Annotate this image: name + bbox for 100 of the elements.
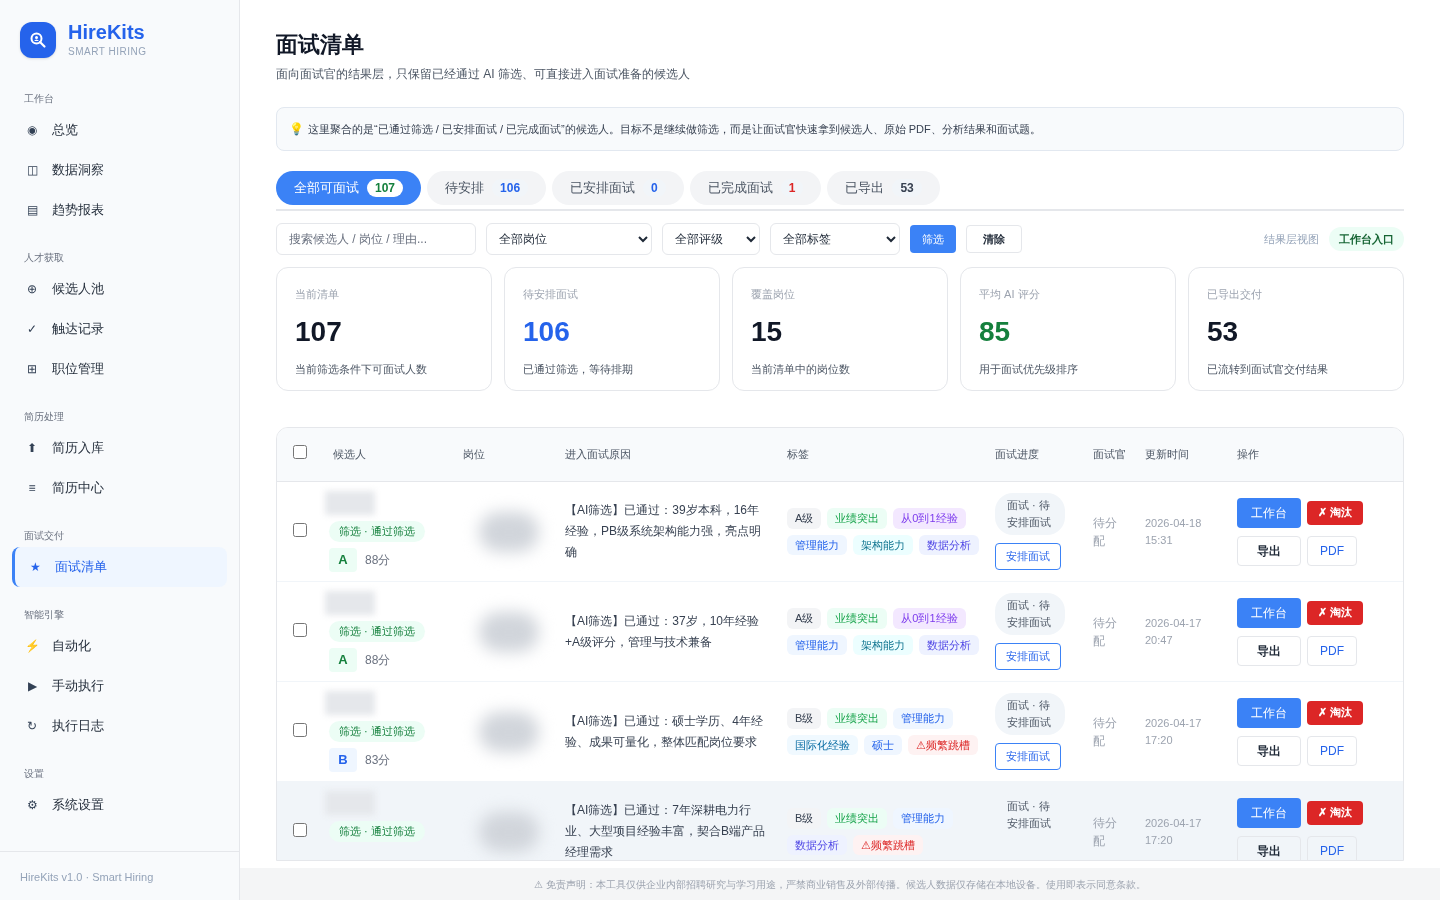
status-badge: 筛选 · 通过筛选 <box>329 621 425 642</box>
reject-button[interactable]: ✗ 淘汰 <box>1307 600 1363 625</box>
tag: 管理能力 <box>787 534 847 555</box>
filter-tab[interactable]: 已导出 53 <box>827 171 940 205</box>
export-button[interactable]: 导出 <box>1237 635 1301 666</box>
column-header: 进入面试原因 <box>565 448 631 461</box>
stat-value: 106 <box>523 314 571 349</box>
workbench-button[interactable]: 工作台 <box>1237 597 1301 628</box>
export-button[interactable]: 导出 <box>1237 835 1301 860</box>
reason-text: 【AI筛选】已通过：37岁，10年经验+A级评分，管理与技术兼备 <box>565 612 761 651</box>
nav-item[interactable]: ≡ 简历中心 <box>12 468 227 508</box>
search-person-logo-icon <box>20 21 56 58</box>
dropdown[interactable]: 全部标签 <box>770 223 900 255</box>
workbench-button[interactable]: 工作台 <box>1237 497 1301 528</box>
nav-item[interactable]: ▤ 趋势报表 <box>12 190 227 230</box>
filter-tab[interactable]: 已完成面试 1 <box>689 171 822 205</box>
blurred-position-placeholder <box>479 711 539 752</box>
nav-item[interactable]: ↻ 执行日志 <box>12 706 227 746</box>
row-checkbox[interactable] <box>293 722 307 737</box>
nav-icon: ⚙ <box>24 796 40 814</box>
filter-tab[interactable]: 待安排 106 <box>427 171 547 205</box>
export-button[interactable]: 导出 <box>1237 735 1301 766</box>
filter-button[interactable]: 筛选 <box>910 225 956 253</box>
stat-label: 已导出交付 <box>1207 287 1263 302</box>
nav-item[interactable]: ⊕ 候选人池 <box>12 269 227 309</box>
updated-time: 2026-04-18 15:31 <box>1145 515 1203 548</box>
score-text: 88分 <box>365 651 391 669</box>
pdf-button[interactable]: PDF <box>1307 835 1357 860</box>
brand-name: HireKits <box>68 20 146 44</box>
filter-tab[interactable]: 已安排面试 0 <box>552 171 684 205</box>
pdf-button[interactable]: PDF <box>1307 535 1357 566</box>
dropdown[interactable]: 全部评级 <box>662 223 760 255</box>
row-checkbox[interactable] <box>293 822 307 837</box>
workbench-entry-badge[interactable]: 工作台入口 <box>1329 226 1404 252</box>
reason-text: 【AI筛选】已通过：39岁本科，16年经验，PB级系统架构能力强，亮点明确 <box>565 502 762 561</box>
nav-item[interactable]: ⬆ 简历入库 <box>12 428 227 468</box>
export-button[interactable]: 导出 <box>1237 535 1301 566</box>
tab-count: 107 <box>367 179 404 197</box>
tag: 数据分析 <box>919 634 979 655</box>
reject-button[interactable]: ✗ 淘汰 <box>1307 700 1363 725</box>
workbench-button[interactable]: 工作台 <box>1237 697 1301 728</box>
nav-section-title: 智能引擎 <box>23 608 65 622</box>
nav-item[interactable]: ◉ 总览 <box>12 110 227 150</box>
nav-item[interactable]: ⊞ 职位管理 <box>12 349 227 389</box>
tag: 管理能力 <box>787 634 847 655</box>
tag: 从0到1经验 <box>893 508 966 529</box>
nav-section-title: 工作台 <box>23 92 55 106</box>
nav-item[interactable]: ★ 面试清单 <box>12 547 227 587</box>
tag: 业绩突出 <box>827 708 888 729</box>
blurred-position-placeholder <box>479 511 539 552</box>
stat-note: 已流转到面试官交付结果 <box>1207 361 1329 377</box>
brand-tagline: SMART HIRING <box>68 45 147 59</box>
column-header: 岗位 <box>463 448 485 461</box>
score-text: 83分 <box>365 751 391 769</box>
column-header: 操作 <box>1237 448 1259 461</box>
search-field[interactable]: 搜索候选人 / 岗位 / 理由... <box>276 223 476 255</box>
tag: 架构能力 <box>853 534 913 555</box>
row-checkbox[interactable] <box>293 622 307 637</box>
stat-value: 85 <box>979 314 1012 349</box>
status-badge: 筛选 · 通过筛选 <box>329 521 425 542</box>
clear-button[interactable]: 清除 <box>966 225 1022 253</box>
reason-text: 【AI筛选】已通过：7年深耕电力行业、大型项目经验丰富，契合B端产品经理需求 <box>565 802 766 860</box>
nav-item[interactable]: ◫ 数据洞察 <box>12 150 227 190</box>
progress-badge: 面试 · 待安排面试 <box>995 493 1065 536</box>
reject-button[interactable]: ✗ 淘汰 <box>1307 500 1363 525</box>
status-badge: 筛选 · 通过筛选 <box>329 721 425 742</box>
nav-icon: ✓ <box>24 320 40 338</box>
workbench-button[interactable]: 工作台 <box>1237 797 1301 828</box>
tag: 架构能力 <box>853 634 913 655</box>
pdf-button[interactable]: PDF <box>1307 635 1357 666</box>
tag: 数据分析 <box>919 534 979 555</box>
schedule-button[interactable]: 安排面试 <box>995 543 1061 570</box>
updated-time: 2026-04-17 17:20 <box>1145 815 1203 848</box>
schedule-button[interactable]: 安排面试 <box>995 743 1061 770</box>
nav-item[interactable]: ▶ 手动执行 <box>12 666 227 706</box>
lightbulb-icon: 💡 <box>289 120 304 138</box>
blurred-position-placeholder <box>479 611 539 652</box>
nav-icon: ⬆ <box>24 439 40 457</box>
updated-time: 2026-04-17 17:20 <box>1145 715 1203 748</box>
version-text: HireKits v1.0 · Smart Hiring <box>20 871 154 883</box>
tag: 管理能力 <box>893 708 954 729</box>
nav-icon: ↻ <box>24 717 40 735</box>
reject-button[interactable]: ✗ 淘汰 <box>1307 800 1363 825</box>
stat-value: 107 <box>295 314 343 349</box>
tag: 业绩突出 <box>827 508 888 529</box>
blurred-name-placeholder <box>325 591 375 616</box>
schedule-button[interactable]: 安排面试 <box>995 643 1061 670</box>
interviewer-text: 待分配 <box>1093 614 1118 650</box>
row-checkbox[interactable] <box>293 522 307 537</box>
nav-item[interactable]: ⚙ 系统设置 <box>12 785 227 825</box>
stat-value: 53 <box>1207 314 1240 349</box>
pdf-button[interactable]: PDF <box>1307 735 1357 766</box>
table-row[interactable]: 筛选 · 通过筛选 【AI筛选】已通过：7年深耕电力行业、大型项目经验丰富，契合B端产品经理需求 B级 业绩突出 管理能力 数据分析 ⚠频繁跳槽 面试 · 待安排面试 待分配 2026-04-17 17:20 工作台 ✗ 淘汰 导出 PDF <box>277 782 1403 860</box>
select-all-checkbox[interactable] <box>293 445 307 460</box>
nav-item[interactable]: ✓ 触达记录 <box>12 309 227 349</box>
filter-tab[interactable]: 全部可面试 107 <box>276 171 422 205</box>
blurred-position-placeholder <box>479 811 539 852</box>
dropdown[interactable]: 全部岗位 <box>486 223 652 255</box>
stat-label: 覆盖岗位 <box>751 287 796 302</box>
nav-item[interactable]: ⚡ 自动化 <box>12 626 227 666</box>
